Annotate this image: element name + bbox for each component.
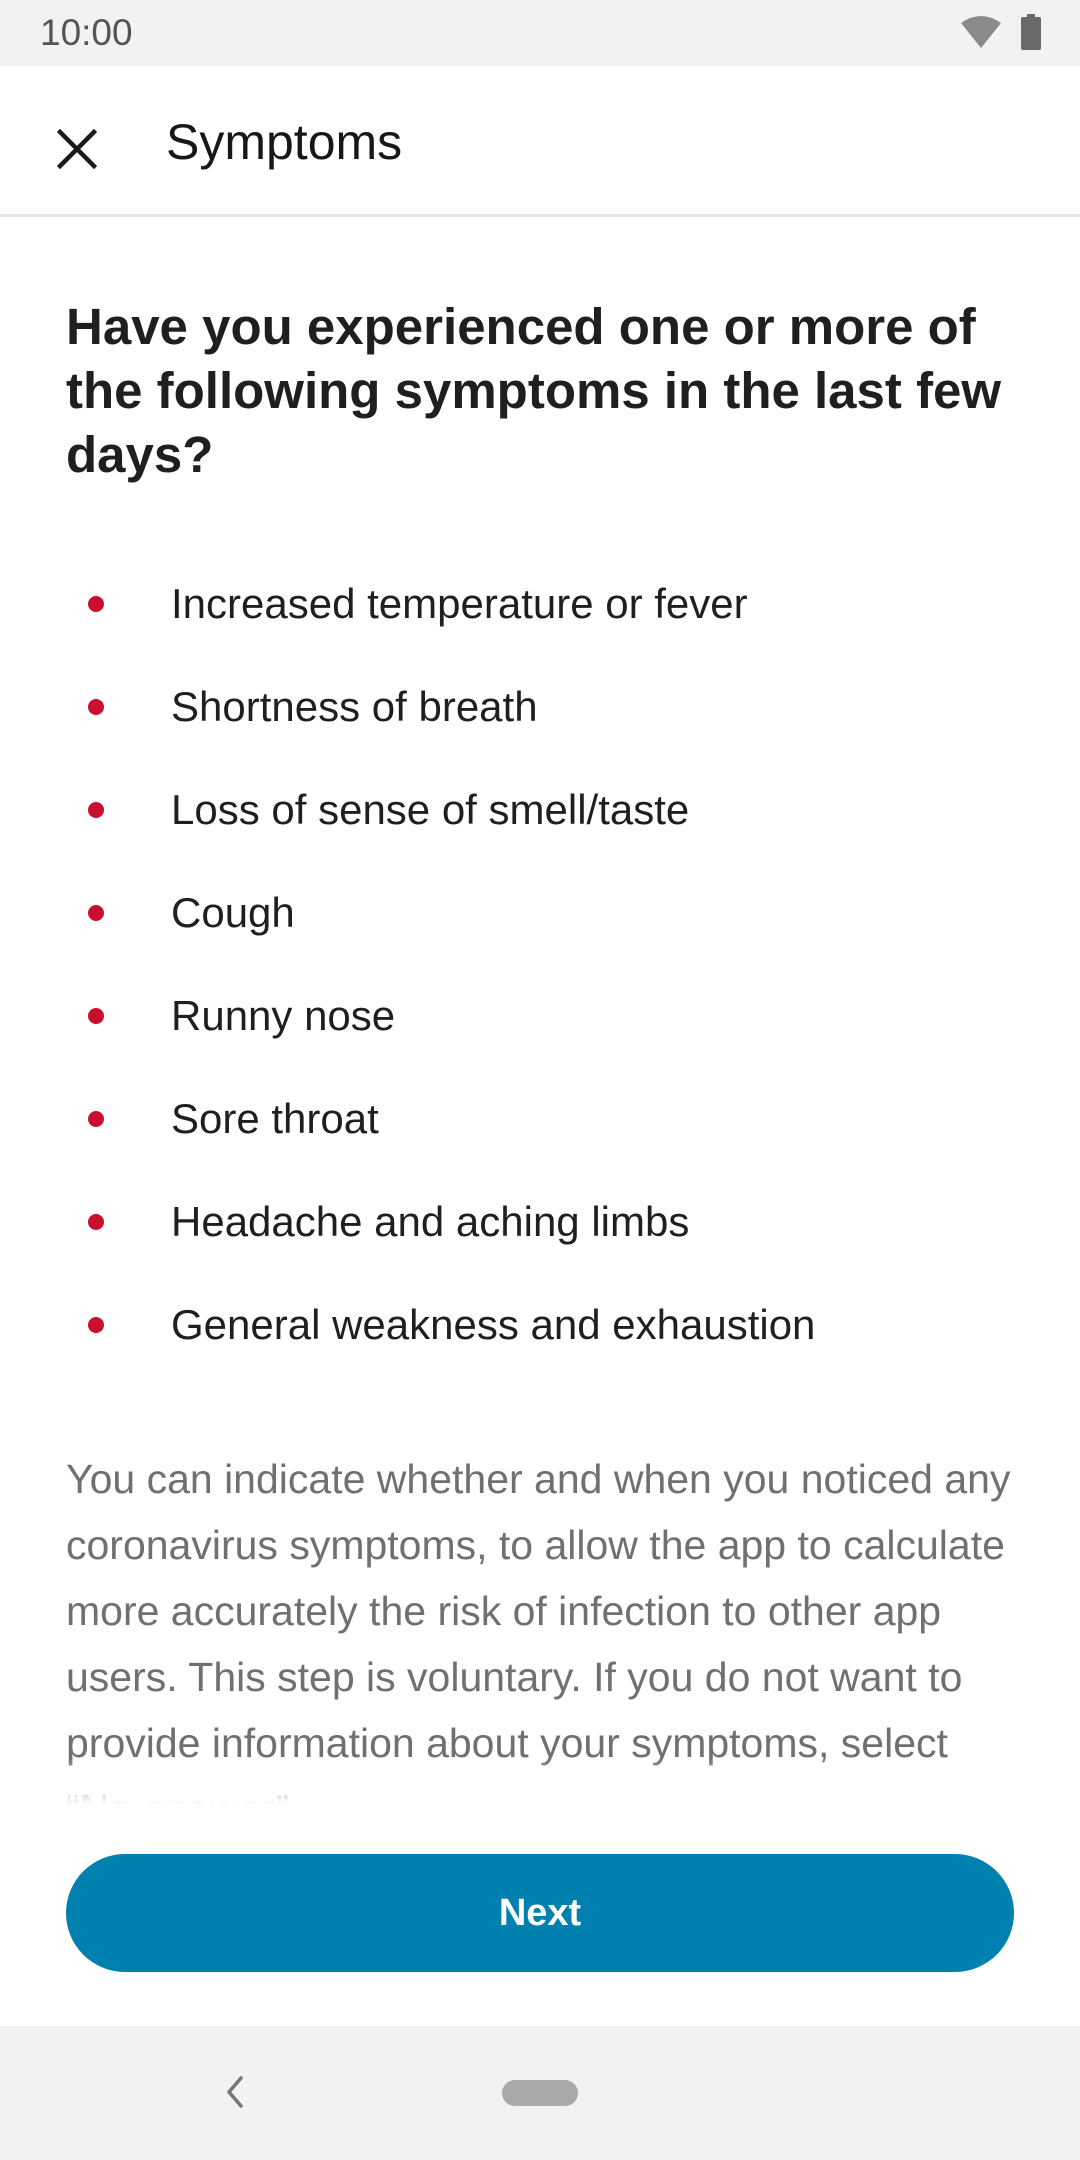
battery-icon: [1020, 13, 1042, 55]
symptom-label: Headache and aching limbs: [171, 1197, 690, 1245]
list-item: Runny nose: [0, 964, 1080, 1067]
bullet-icon: [88, 595, 104, 612]
bullet-icon: [88, 801, 104, 818]
scroll-fade: [0, 1757, 1080, 1807]
list-item: Cough: [0, 861, 1080, 964]
bullet-icon: [88, 1110, 104, 1127]
bullet-icon: [88, 1007, 104, 1024]
close-icon: [56, 128, 98, 174]
symptom-list: Increased temperature or fever Shortness…: [0, 552, 1080, 1376]
list-item: General weakness and exhaustion: [0, 1273, 1080, 1376]
wifi-icon: [960, 15, 1002, 54]
symptom-label: Sore throat: [171, 1094, 379, 1142]
bullet-icon: [88, 1316, 104, 1333]
bullet-icon: [88, 698, 104, 715]
symptom-label: Loss of sense of smell/taste: [171, 785, 690, 833]
list-item: Sore throat: [0, 1067, 1080, 1170]
list-item: Headache and aching limbs: [0, 1170, 1080, 1273]
symptom-label: Shortness of breath: [171, 682, 538, 730]
symptom-label: General weakness and exhaustion: [171, 1300, 816, 1348]
info-paragraph: You can indicate whether and when you no…: [66, 1456, 1011, 1807]
back-chevron-icon: [223, 2074, 247, 2115]
next-button[interactable]: Next: [66, 1854, 1014, 1972]
nav-back-button[interactable]: [210, 2066, 260, 2122]
list-item: Increased temperature or fever: [0, 552, 1080, 655]
symptom-label: Cough: [171, 888, 295, 936]
close-button[interactable]: [34, 108, 120, 194]
bullet-icon: [88, 904, 104, 921]
question-heading: Have you experienced one or more of the …: [66, 298, 1002, 483]
app-bar: Symptoms: [0, 66, 1080, 217]
bullet-icon: [88, 1213, 104, 1230]
content-scroll-area[interactable]: Have you experienced one or more of the …: [0, 217, 1080, 1807]
status-bar: 10:00: [0, 0, 1080, 66]
screen: 10:00 Symptoms Have you experienced one …: [0, 0, 1080, 2160]
list-item: Shortness of breath: [0, 655, 1080, 758]
symptom-label: Runny nose: [171, 991, 396, 1039]
symptom-label: Increased temperature or fever: [171, 579, 748, 627]
system-nav-bar: [0, 2026, 1080, 2160]
home-pill-icon[interactable]: [502, 2080, 578, 2106]
page-title: Symptoms: [166, 114, 403, 170]
status-icons: [960, 13, 1042, 55]
list-item: Loss of sense of smell/taste: [0, 758, 1080, 861]
status-time: 10:00: [40, 12, 133, 53]
